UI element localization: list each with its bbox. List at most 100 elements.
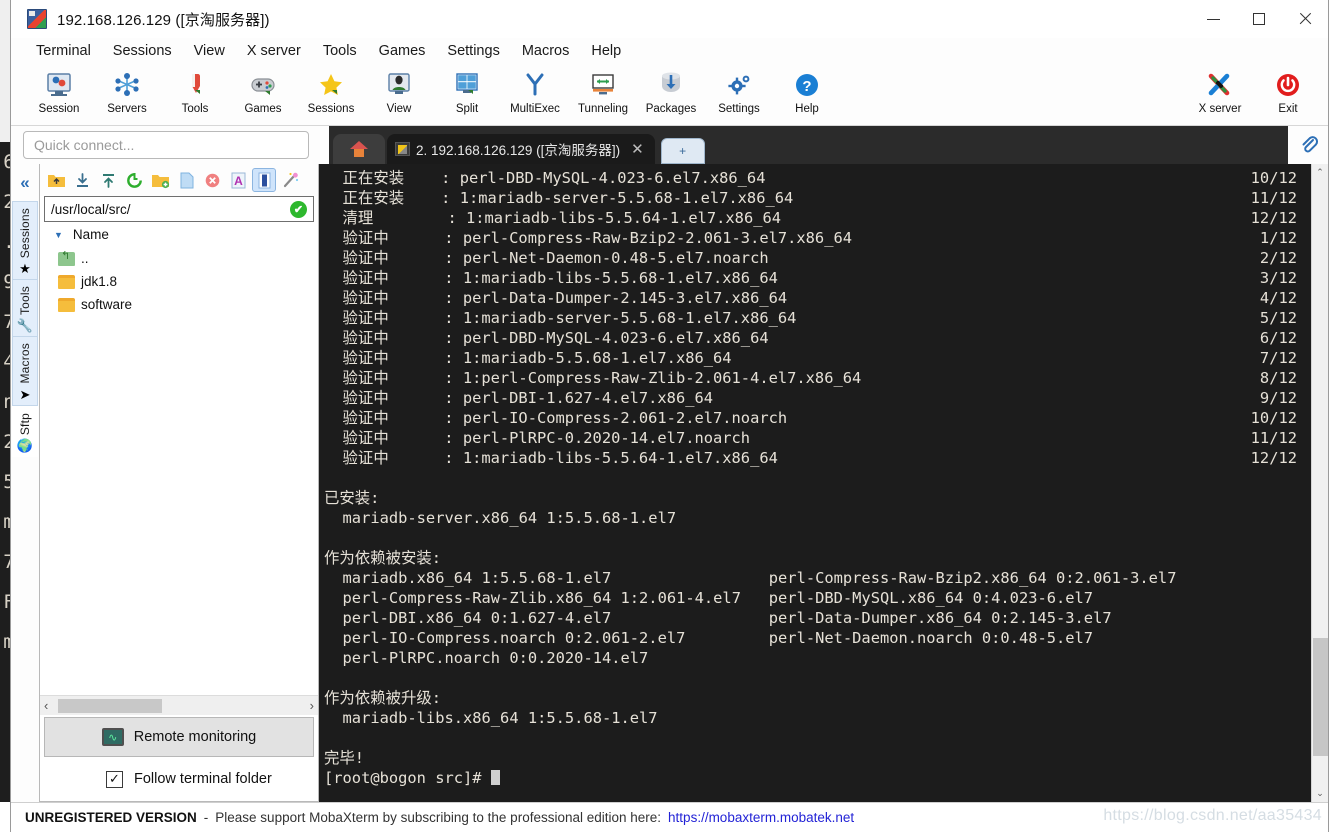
path-ok-icon: ✔ <box>290 200 307 218</box>
list-item[interactable]: .. <box>58 247 318 270</box>
magic-wand-icon[interactable] <box>278 168 302 192</box>
file-list-horizontal-scrollbar[interactable]: ‹ › <box>40 695 318 715</box>
terminal-line: 清理 : 1:mariadb-libs-5.5.64-1.el7.x86_64 1… <box>324 208 1311 228</box>
terminal-line: 已安装: <box>324 489 380 507</box>
quick-connect-input[interactable]: Quick connect... <box>23 131 309 159</box>
tab-close-icon[interactable]: ✕ <box>626 140 649 158</box>
scroll-right-icon[interactable]: › <box>310 698 314 713</box>
scrollbar-thumb[interactable] <box>1313 638 1328 756</box>
toolbar-settings-button[interactable]: Settings <box>705 66 773 115</box>
minimize-button[interactable] <box>1190 0 1236 38</box>
tools-icon <box>181 69 209 101</box>
scroll-left-icon[interactable]: ‹ <box>44 698 48 713</box>
toolbar-session-label: Session <box>38 103 80 115</box>
menu-games[interactable]: Games <box>368 41 437 61</box>
scroll-down-icon[interactable]: ⌄ <box>1312 785 1329 802</box>
toolbar-servers-button[interactable]: Servers <box>93 66 161 115</box>
toolbar-tunneling-button[interactable]: Tunneling <box>569 66 637 115</box>
sidebar-item-macros-label: Macros <box>18 343 32 384</box>
status-dash: - <box>203 810 209 825</box>
toolbar-view-button[interactable]: View <box>365 66 433 115</box>
sftp-path-input[interactable]: /usr/local/src/ ✔ <box>44 196 314 222</box>
terminal-line: perl-Compress-Raw-Zlib.x86_64 1:2.061-4.… <box>324 589 1094 607</box>
file-column-name: Name <box>72 227 109 242</box>
menu-settings[interactable]: Settings <box>436 41 510 61</box>
toolbar-games-button[interactable]: Games <box>229 66 297 115</box>
terminal-line: 验证中 : 1:mariadb-server-5.5.68-1.el7.x86_… <box>324 308 1311 328</box>
toolbar-help-button[interactable]: ? Help <box>773 66 841 115</box>
file-name: .. <box>81 251 89 266</box>
text-editor-icon[interactable]: A <box>226 168 250 192</box>
menu-x-server[interactable]: X server <box>236 41 312 61</box>
remote-monitoring-button[interactable]: ∿ Remote monitoring <box>44 717 314 757</box>
list-item[interactable]: software <box>58 293 318 316</box>
menu-help[interactable]: Help <box>580 41 632 61</box>
mobaxterm-link[interactable]: https://mobaxterm.mobatek.net <box>668 810 854 825</box>
sidebar-item-macros[interactable]: Macros ➤ <box>12 336 38 406</box>
terminal-area[interactable]: 正在安装 : perl-DBD-MySQL-4.023-6.el7.x86_64… <box>319 164 1328 802</box>
view-icon <box>385 69 413 101</box>
menu-terminal[interactable]: Terminal <box>25 41 102 61</box>
file-list-header[interactable]: ▼ Name <box>40 222 318 245</box>
upload-icon[interactable] <box>96 168 120 192</box>
menu-macros[interactable]: Macros <box>511 41 581 61</box>
sidebar-item-sessions[interactable]: Sessions ★ <box>12 201 38 280</box>
list-item[interactable]: jdk1.8 <box>58 270 318 293</box>
tab-session-active[interactable]: 2. 192.168.126.129 ([京淘服务器]) ✕ <box>387 134 655 164</box>
menu-tools[interactable]: Tools <box>312 41 368 61</box>
parent-folder-icon[interactable] <box>44 168 68 192</box>
packages-icon <box>657 69 685 101</box>
toolbar-servers-label: Servers <box>107 103 147 115</box>
split-icon <box>453 69 481 101</box>
file-name: jdk1.8 <box>81 274 118 289</box>
new-file-icon[interactable] <box>174 168 198 192</box>
delete-icon[interactable] <box>200 168 224 192</box>
menu-bar: Terminal Sessions View X server Tools Ga… <box>11 38 1328 64</box>
terminal-line: 验证中 : perl-DBI-1.627-4.el7.x86_64 9/12 <box>324 388 1311 408</box>
terminal-line: 验证中 : 1:perl-Compress-Raw-Zlib-2.061-4.e… <box>324 368 1311 388</box>
toolbar-split-button[interactable]: Split <box>433 66 501 115</box>
menu-sessions[interactable]: Sessions <box>102 41 183 61</box>
close-button[interactable] <box>1282 0 1328 38</box>
menu-view[interactable]: View <box>183 41 236 61</box>
collapse-sidebar-button[interactable]: « <box>20 174 29 191</box>
toolbar-view-label: View <box>386 103 412 115</box>
toolbar-tools-button[interactable]: Tools <box>161 66 229 115</box>
title-bar: 192.168.126.129 ([京淘服务器]) <box>11 0 1328 38</box>
xserver-icon <box>1205 69 1235 101</box>
toolbar-exit-button[interactable]: Exit <box>1254 66 1322 115</box>
toolbar-xserver-label: X server <box>1198 103 1242 115</box>
toolbar-sessions-button[interactable]: Sessions <box>297 66 365 115</box>
follow-terminal-folder-row[interactable]: ✓ Follow terminal folder <box>40 757 318 801</box>
new-tab-button[interactable]: + <box>660 138 705 164</box>
terminal-output[interactable]: 正在安装 : perl-DBD-MySQL-4.023-6.el7.x86_64… <box>319 164 1311 802</box>
sftp-path-value: /usr/local/src/ <box>51 201 131 217</box>
new-folder-icon[interactable] <box>148 168 172 192</box>
servers-icon <box>113 69 141 101</box>
sidebar-item-sftp-label: Sftp <box>18 412 32 436</box>
toolbar-session-button[interactable]: Session <box>25 66 93 115</box>
toggle-panel-icon[interactable] <box>252 168 276 192</box>
download-icon[interactable] <box>70 168 94 192</box>
terminal-line: 验证中 : perl-Net-Daemon-0.48-5.el7.noarch 2… <box>324 248 1311 268</box>
terminal-line: 正在安装 : perl-DBD-MySQL-4.023-6.el7.x86_64… <box>324 168 1311 188</box>
refresh-icon[interactable] <box>122 168 146 192</box>
mobaxterm-icon <box>27 9 47 29</box>
follow-terminal-folder-checkbox[interactable]: ✓ <box>106 770 123 788</box>
maximize-button[interactable] <box>1236 0 1282 38</box>
scroll-up-icon[interactable]: ⌃ <box>1312 164 1329 181</box>
toolbar-multiexec-button[interactable]: MultiExec <box>501 66 569 115</box>
sidebar-item-sftp[interactable]: Sftp 🌍 <box>12 405 38 458</box>
toolbar-xserver-button[interactable]: X server <box>1186 66 1254 115</box>
ssh-session-icon <box>395 142 410 156</box>
paperclip-icon[interactable] <box>1296 132 1322 158</box>
toolbar-tunneling-label: Tunneling <box>577 103 629 115</box>
svg-text:A: A <box>234 174 243 188</box>
toolbar-packages-button[interactable]: Packages <box>637 66 705 115</box>
sidebar-item-tools[interactable]: Tools 🔧 <box>12 279 38 337</box>
toolbar-packages-label: Packages <box>645 103 697 115</box>
scrollbar-thumb[interactable] <box>58 699 162 713</box>
terminal-scrollbar[interactable]: ⌃ ⌄ <box>1311 164 1328 802</box>
tab-home[interactable] <box>333 134 385 164</box>
